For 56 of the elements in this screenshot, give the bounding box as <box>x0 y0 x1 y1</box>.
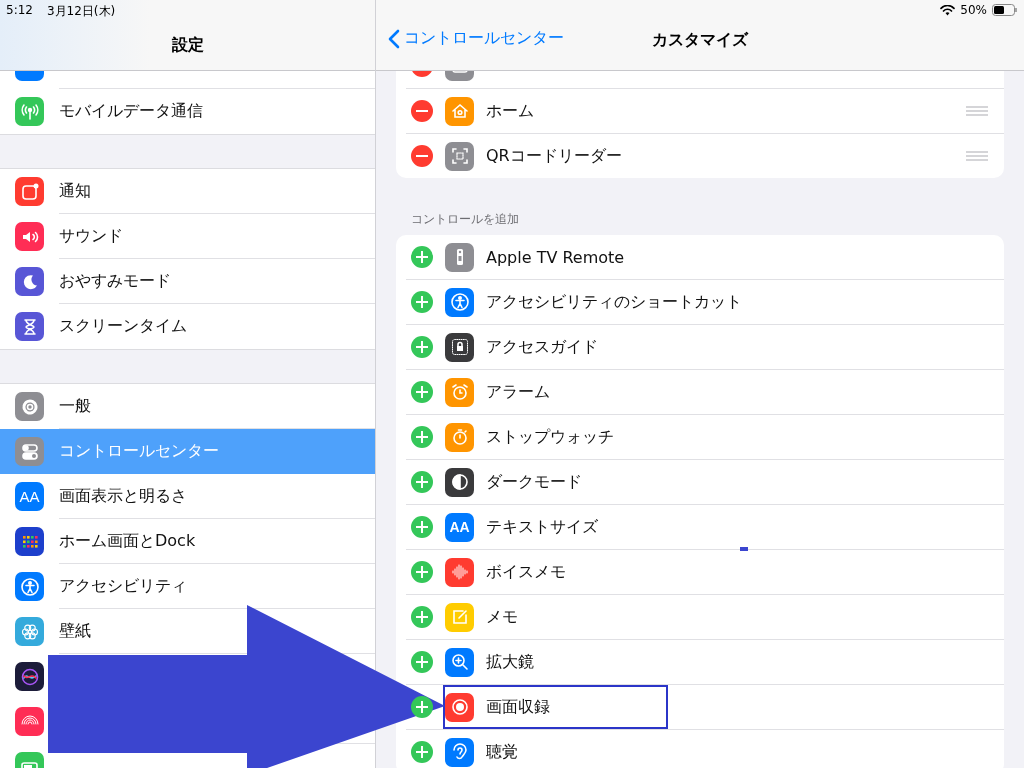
control-label: アラーム <box>486 381 550 401</box>
row-label: おやすみモード <box>59 270 171 292</box>
alarm-clock-icon <box>445 377 474 407</box>
remote-icon <box>445 242 474 272</box>
wifi-icon <box>940 4 956 16</box>
house-icon <box>445 96 474 126</box>
row-label: コントロールセンター <box>59 441 219 462</box>
control-label: テキストサイズ <box>486 516 598 536</box>
section-header: コントロールを追加 <box>410 211 520 228</box>
row-label: スクリーンタイム <box>59 316 187 337</box>
control-label: アクセスガイド <box>486 336 598 356</box>
control-label: メモ <box>486 606 518 626</box>
control-label: ボイスメモ <box>486 561 566 581</box>
qr-code-icon <box>445 141 474 171</box>
back-button[interactable]: コントロールセンター <box>388 28 564 49</box>
control-label: 画面収録 <box>486 696 550 716</box>
page-title: カスタマイズ <box>652 30 748 51</box>
control-label: Apple TV Remote <box>486 247 625 267</box>
battery-percent: 50% <box>960 3 987 17</box>
row-label: アクセシビリティ <box>59 575 187 597</box>
control-label: 拡大鏡 <box>486 651 534 671</box>
control-label: QRコードリーダー <box>486 145 622 165</box>
control-label: ダークモード <box>486 471 582 491</box>
remove-button[interactable] <box>411 145 433 167</box>
row-label: 通知 <box>59 180 91 202</box>
text-size-icon: AA <box>445 512 474 542</box>
control-label: ホーム <box>486 100 534 120</box>
note-icon <box>445 602 474 632</box>
row-label: 壁紙 <box>59 620 91 642</box>
control-label: ストップウォッチ <box>486 426 614 446</box>
toggle-icon <box>15 437 44 466</box>
row-label: サウンド <box>59 225 123 247</box>
record-icon <box>445 692 474 722</box>
battery-icon <box>992 4 1018 16</box>
accessibility-icon <box>445 287 474 317</box>
row-label: ホーム画面とDock <box>59 530 196 552</box>
sidebar-title: 設定 <box>170 35 205 56</box>
control-label: アクセシビリティのショートカット <box>486 291 742 311</box>
remove-button[interactable] <box>411 100 433 122</box>
text-size-icon: AA <box>15 482 44 511</box>
marker-dash <box>740 547 748 551</box>
stopwatch-icon <box>445 422 474 452</box>
drag-handle-icon[interactable] <box>966 106 988 116</box>
status-time: 5:12 <box>6 3 33 19</box>
chevron-left-icon <box>388 28 400 49</box>
row-label: モバイルデータ通信 <box>59 101 203 122</box>
magnifier-icon <box>445 647 474 677</box>
row-label: 一般 <box>59 395 91 417</box>
control-label: 聴覚 <box>486 741 518 761</box>
selected-row[interactable]: コントロールセンター <box>0 429 375 474</box>
waveform-icon <box>445 557 474 587</box>
row-label: 画面表示と明るさ <box>59 485 187 507</box>
add-button[interactable] <box>411 696 433 718</box>
drag-handle-icon[interactable] <box>966 151 988 161</box>
status-date: 3月12日(木) <box>46 3 116 20</box>
lock-icon <box>445 332 474 362</box>
